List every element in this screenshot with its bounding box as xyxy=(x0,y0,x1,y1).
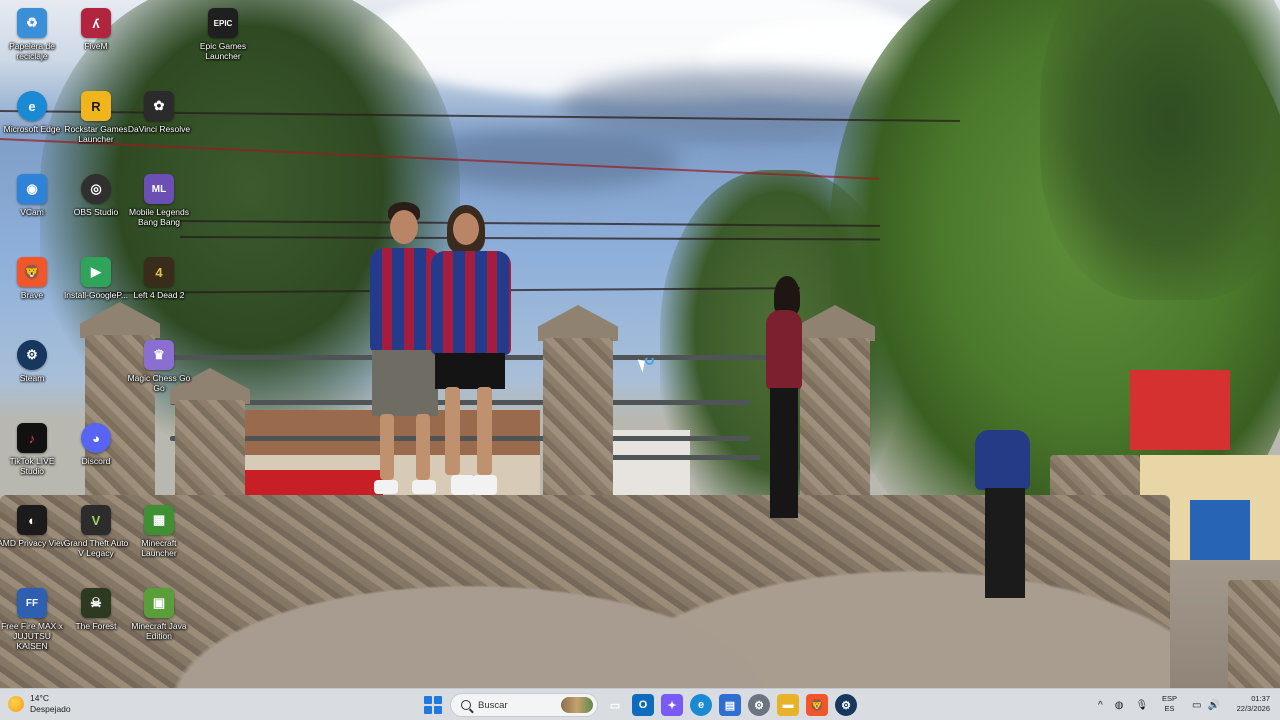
google-play-icon: ▶ xyxy=(81,257,111,287)
desktop-icon-epic-games[interactable]: EPIC Epic Games Launcher xyxy=(191,4,255,82)
desktop-icon-discord[interactable]: ◕ Discord xyxy=(64,419,128,497)
store-icon[interactable]: ▤ xyxy=(719,694,741,716)
icon-label: Left 4 Dead 2 xyxy=(133,290,185,300)
steam-taskbar-icon[interactable]: ⚙ xyxy=(835,694,857,716)
desktop-icon-fivem[interactable]: ʎ FiveM xyxy=(64,4,128,82)
quick-settings[interactable]: ▭ 🔊 xyxy=(1192,689,1220,720)
desktop-icon-brave[interactable]: 🦁 Brave xyxy=(0,253,64,331)
clock-time: 01:37 xyxy=(1251,694,1270,703)
recycle-bin-icon: ♻ xyxy=(17,8,47,38)
network-icon[interactable]: ◍ xyxy=(1115,700,1124,711)
davinci-icon: ✿ xyxy=(144,91,174,121)
icon-label: Steam xyxy=(19,373,45,383)
vcam-icon: ◉ xyxy=(17,174,47,204)
clock-date: 22/3/2026 xyxy=(1236,704,1270,713)
display-icon: ▭ xyxy=(1192,699,1202,711)
discord-icon: ◕ xyxy=(81,423,111,453)
obs-icon: ◎ xyxy=(81,174,111,204)
taskbar: 14°C Despejado Buscar ▭ O ✦ e ▤ ⚙ ▬ 🦁 ⚙ … xyxy=(0,688,1280,720)
icon-label: VCam xyxy=(20,207,44,217)
gta-v-icon: V xyxy=(81,505,111,535)
outlook-icon[interactable]: O xyxy=(632,694,654,716)
desktop-icon-free-fire[interactable]: FF Free Fire MAX x JUJUTSU KAISEN xyxy=(0,584,64,662)
desktop-icon-davinci[interactable]: ✿ DaVinci Resolve xyxy=(127,87,191,165)
desktop-icons-area: ♻ Papelera de reciclaje ʎ FiveM EPIC Epi… xyxy=(0,0,246,688)
task-view-icon[interactable]: ▭ xyxy=(604,694,626,716)
icon-label: Install-GoogleP... xyxy=(63,290,129,300)
weather-widget[interactable]: 14°C Despejado xyxy=(8,693,71,715)
desktop-icon-edge[interactable]: e Microsoft Edge xyxy=(0,87,64,165)
tiktok-icon: ♪ xyxy=(17,423,47,453)
fivem-icon: ʎ xyxy=(81,8,111,38)
edge-icon: e xyxy=(17,91,47,121)
icon-label: Papelera de reciclaje xyxy=(9,41,55,61)
desktop-icon-minecraft-java[interactable]: ▣ Minecraft Java Edition xyxy=(127,584,191,662)
free-fire-icon: FF xyxy=(17,588,47,618)
desktop-icon-vcam[interactable]: ◉ VCam xyxy=(0,170,64,248)
icon-label: The Forest xyxy=(75,621,117,631)
taskbar-search-box[interactable]: Buscar xyxy=(450,693,598,717)
amd-privacy-icon: ◐ xyxy=(17,505,47,535)
icon-label: Mobile Legends Bang Bang xyxy=(128,207,189,227)
minecraft-java-icon: ▣ xyxy=(144,588,174,618)
l4d2-icon: 4 xyxy=(144,257,174,287)
icon-label: Grand Theft Auto V Legacy xyxy=(63,538,129,558)
weather-description: Despejado xyxy=(30,704,71,714)
desktop-icon-magic-chess[interactable]: ♛ Magic Chess Go Go xyxy=(127,336,191,414)
desktop-icon-rockstar[interactable]: R Rockstar Games Launcher xyxy=(64,87,128,165)
search-icon xyxy=(461,700,471,710)
clock[interactable]: 01:37 22/3/2026 xyxy=(1222,694,1270,714)
icon-label: Free Fire MAX x JUJUTSU KAISEN xyxy=(1,621,63,651)
desktop-icon-mobile-legends[interactable]: ML Mobile Legends Bang Bang xyxy=(127,170,191,248)
show-hidden-icons-chevron[interactable]: ^ xyxy=(1098,700,1103,711)
weather-moon-icon xyxy=(8,696,24,712)
icon-label: Minecraft Launcher xyxy=(141,538,177,558)
settings-icon[interactable]: ⚙ xyxy=(748,694,770,716)
mlbb-icon: ML xyxy=(144,174,174,204)
icon-label: Magic Chess Go Go xyxy=(127,373,191,393)
edge-taskbar-icon[interactable]: e xyxy=(690,694,712,716)
weather-temperature: 14°C xyxy=(30,693,49,703)
desktop-icon-recycle-bin[interactable]: ♻ Papelera de reciclaje xyxy=(0,4,64,82)
microphone-icon[interactable]: 🎙 xyxy=(1135,700,1148,711)
icon-label: FiveM xyxy=(84,41,108,51)
steam-icon: ⚙ xyxy=(17,340,47,370)
icon-label: Brave xyxy=(20,290,44,300)
icon-label: DaVinci Resolve xyxy=(127,124,191,134)
volume-icon: 🔊 xyxy=(1207,699,1220,711)
icon-label: TikTok LIVE Studio xyxy=(9,456,55,476)
minecraft-launcher-icon: ▦ xyxy=(144,505,174,535)
search-highlight-image xyxy=(561,697,593,713)
desktop-icon-amd-privacy-view[interactable]: ◐ AMD Privacy View xyxy=(0,501,67,579)
icon-label: AMD Privacy View xyxy=(0,538,67,548)
busy-spinner-icon xyxy=(645,356,654,365)
icon-label: Rockstar Games Launcher xyxy=(64,124,128,144)
the-forest-icon: ☠ xyxy=(81,588,111,618)
rockstar-icon: R xyxy=(81,91,111,121)
magic-chess-icon: ♛ xyxy=(144,340,174,370)
icon-label: Minecraft Java Edition xyxy=(131,621,187,641)
desktop-icon-obs[interactable]: ◎ OBS Studio xyxy=(64,170,128,248)
icon-label: Microsoft Edge xyxy=(3,124,61,134)
icon-label: OBS Studio xyxy=(73,207,119,217)
search-placeholder: Buscar xyxy=(478,699,508,711)
desktop-icon-steam[interactable]: ⚙ Steam xyxy=(0,336,64,414)
brave-icon: 🦁 xyxy=(17,257,47,287)
desktop-icon-tiktok-live[interactable]: ♪ TikTok LIVE Studio xyxy=(0,419,64,497)
epic-games-icon: EPIC xyxy=(208,8,238,38)
desktop-icon-the-forest[interactable]: ☠ The Forest xyxy=(64,584,128,662)
desktop-icon-install-google-play[interactable]: ▶ Install-GoogleP... xyxy=(64,253,128,331)
start-button[interactable] xyxy=(424,696,442,714)
language-indicator[interactable]: ESP ES xyxy=(1162,694,1177,714)
desktop-icon-minecraft-launcher[interactable]: ▦ Minecraft Launcher xyxy=(127,501,191,579)
icon-label: Discord xyxy=(81,456,111,466)
system-tray: ^ ◍ 🎙 xyxy=(1098,689,1148,720)
brave-taskbar-icon[interactable]: 🦁 xyxy=(806,694,828,716)
file-explorer-icon[interactable]: ▬ xyxy=(777,694,799,716)
copilot-icon[interactable]: ✦ xyxy=(661,694,683,716)
desktop-icon-gta-v[interactable]: V Grand Theft Auto V Legacy xyxy=(64,501,128,579)
desktop-icon-left4dead2[interactable]: 4 Left 4 Dead 2 xyxy=(127,253,191,331)
icon-label: Epic Games Launcher xyxy=(199,41,247,61)
